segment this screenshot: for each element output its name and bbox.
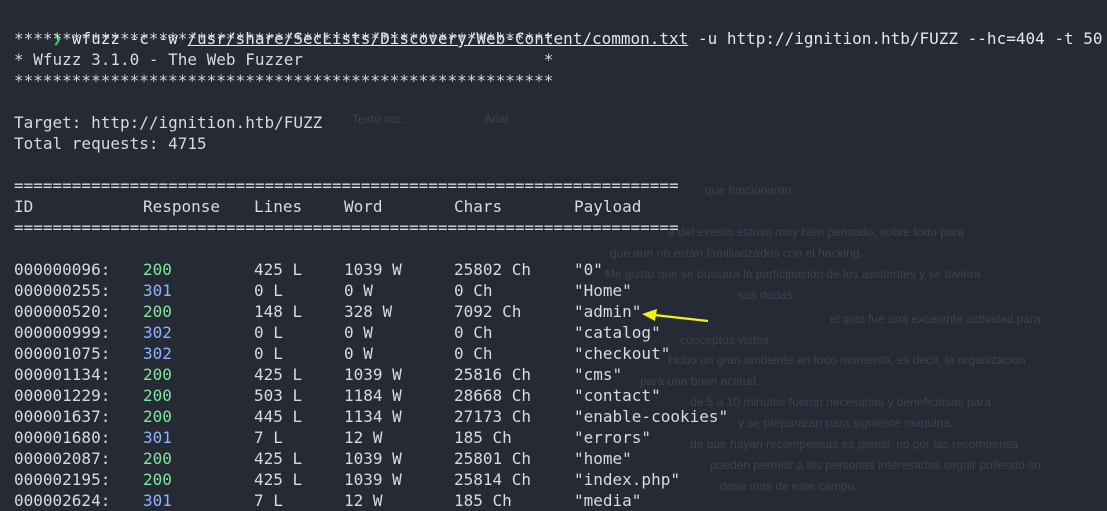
total-requests-line: Total requests: 4715 bbox=[14, 134, 207, 153]
cell-word: 0 W bbox=[344, 323, 373, 342]
cell-chars: 27173 Ch bbox=[454, 407, 532, 426]
cell-word: 1039 W bbox=[344, 365, 402, 384]
command-line: ❯ wfuzz -c -w /usr/share/SecLists/Discov… bbox=[14, 7, 1103, 48]
table-row: 000002624: 301 7 L 12 W 185 Ch "media" bbox=[14, 490, 774, 511]
table-header: ID Response Lines Word Chars Payload bbox=[14, 196, 734, 217]
cell-word: 12 W bbox=[344, 491, 383, 510]
cell-payload: "0" bbox=[574, 260, 603, 279]
cell-payload: "admin" bbox=[574, 302, 642, 321]
cell-lines: 7 L bbox=[254, 428, 283, 447]
table-row: 000001680: 301 7 L 12 W 185 Ch "errors" bbox=[14, 427, 774, 448]
cell-id: 000001680: bbox=[14, 428, 111, 447]
cell-chars: 25814 Ch bbox=[454, 470, 532, 489]
cell-lines: 0 L bbox=[254, 323, 283, 342]
cell-payload: "checkout" bbox=[574, 344, 671, 363]
cell-lines: 425 L bbox=[254, 365, 303, 384]
cell-lines: 148 L bbox=[254, 302, 303, 321]
arrow-left-icon bbox=[642, 309, 709, 323]
cell-lines: 445 L bbox=[254, 407, 303, 426]
cell-id: 000002195: bbox=[14, 470, 111, 489]
cell-word: 12 W bbox=[344, 428, 383, 447]
cell-payload: "errors" bbox=[574, 428, 652, 447]
banner-title: * Wfuzz 3.1.0 - The Web Fuzzer * bbox=[14, 50, 554, 69]
target-line: Target: http://ignition.htb/FUZZ bbox=[14, 113, 323, 132]
cell-chars: 28668 Ch bbox=[454, 386, 532, 405]
banner-rule-bottom: ****************************************… bbox=[14, 71, 554, 90]
cell-payload: "home" bbox=[574, 449, 632, 468]
cell-payload: "Home" bbox=[574, 281, 632, 300]
banner-rule-top: ****************************************… bbox=[14, 29, 554, 48]
cell-response: 200 bbox=[143, 365, 172, 384]
table-row: 000000096: 200 425 L 1039 W 25802 Ch "0" bbox=[14, 259, 774, 280]
cell-payload: "cms" bbox=[574, 365, 623, 384]
cell-response: 301 bbox=[143, 428, 172, 447]
cell-word: 0 W bbox=[344, 281, 373, 300]
table-row: 000002087: 200 425 L 1039 W 25801 Ch "home" bbox=[14, 448, 774, 469]
cell-chars: 185 Ch bbox=[454, 491, 512, 510]
cell-id: 000001134: bbox=[14, 365, 111, 384]
header-id: ID bbox=[14, 197, 34, 216]
table-row: 000001229: 200 503 L 1184 W 28668 Ch "contact… bbox=[14, 385, 774, 406]
cell-word: 0 W bbox=[344, 344, 373, 363]
header-word: Word bbox=[344, 197, 383, 216]
cell-response: 301 bbox=[143, 491, 172, 510]
table-row: 000000255: 301 0 L 0 W 0 Ch "Home" bbox=[14, 280, 774, 301]
cell-id: 000002087: bbox=[14, 449, 111, 468]
cell-response: 200 bbox=[143, 407, 172, 426]
cell-chars: 185 Ch bbox=[454, 428, 512, 447]
table-row: 000001134: 200 425 L 1039 W 25816 Ch "cms" bbox=[14, 364, 774, 385]
cell-word: 1134 W bbox=[344, 407, 402, 426]
cell-chars: 0 Ch bbox=[454, 281, 493, 300]
cell-response: 302 bbox=[143, 323, 172, 342]
table-rule-bottom: ========================================… bbox=[14, 218, 679, 237]
cell-id: 000001229: bbox=[14, 386, 111, 405]
cell-chars: 25802 Ch bbox=[454, 260, 532, 279]
cell-chars: 25801 Ch bbox=[454, 449, 532, 468]
cell-payload: "media" bbox=[574, 491, 642, 510]
terminal-window[interactable]: ❯ wfuzz -c -w /usr/share/SecLists/Discov… bbox=[0, 0, 1107, 510]
cell-response: 200 bbox=[143, 470, 172, 489]
cell-lines: 503 L bbox=[254, 386, 303, 405]
cell-word: 1039 W bbox=[344, 260, 402, 279]
cell-chars: 0 Ch bbox=[454, 344, 493, 363]
cell-chars: 25816 Ch bbox=[454, 365, 532, 384]
cell-response: 301 bbox=[143, 281, 172, 300]
table-row: 000002195: 200 425 L 1039 W 25814 Ch "index.p… bbox=[14, 469, 774, 490]
cell-word: 1039 W bbox=[344, 470, 402, 489]
cell-lines: 0 L bbox=[254, 281, 283, 300]
cell-chars: 7092 Ch bbox=[454, 302, 522, 321]
header-lines: Lines bbox=[254, 197, 303, 216]
cell-response: 302 bbox=[143, 344, 172, 363]
header-chars: Chars bbox=[454, 197, 503, 216]
cell-lines: 0 L bbox=[254, 344, 283, 363]
header-response: Response bbox=[143, 197, 221, 216]
cell-chars: 0 Ch bbox=[454, 323, 493, 342]
cell-word: 1039 W bbox=[344, 449, 402, 468]
table-row: 000001075: 302 0 L 0 W 0 Ch "checkout" bbox=[14, 343, 774, 364]
cell-lines: 7 L bbox=[254, 491, 283, 510]
cell-id: 000002624: bbox=[14, 491, 111, 510]
cell-id: 000001075: bbox=[14, 344, 111, 363]
cell-response: 200 bbox=[143, 260, 172, 279]
cell-lines: 425 L bbox=[254, 449, 303, 468]
command-suffix: -u http://ignition.htb/FUZZ --hc=404 -t … bbox=[688, 29, 1103, 48]
cell-payload: "contact" bbox=[574, 386, 661, 405]
cell-lines: 425 L bbox=[254, 260, 303, 279]
cell-word: 328 W bbox=[344, 302, 393, 321]
cell-id: 000001637: bbox=[14, 407, 111, 426]
cell-id: 000000999: bbox=[14, 323, 111, 342]
header-payload: Payload bbox=[574, 197, 642, 216]
table-row: 000001637: 200 445 L 1134 W 27173 Ch "enable-… bbox=[14, 406, 774, 427]
cell-id: 000000520: bbox=[14, 302, 111, 321]
cell-id: 000000096: bbox=[14, 260, 111, 279]
table-rule-top: ========================================… bbox=[14, 176, 679, 195]
cell-word: 1184 W bbox=[344, 386, 402, 405]
cell-payload: "index.php" bbox=[574, 470, 680, 489]
cell-lines: 425 L bbox=[254, 470, 303, 489]
cell-id: 000000255: bbox=[14, 281, 111, 300]
cell-response: 200 bbox=[143, 386, 172, 405]
cell-payload: "enable-cookies" bbox=[574, 407, 729, 426]
cell-response: 200 bbox=[143, 302, 172, 321]
cell-response: 200 bbox=[143, 449, 172, 468]
